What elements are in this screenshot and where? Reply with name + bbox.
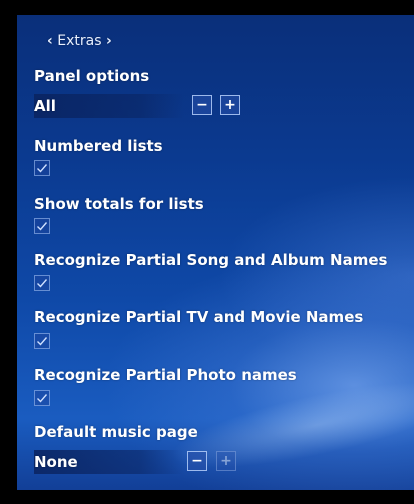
show-totals-checkbox[interactable] [34, 218, 50, 234]
numbered-lists-label: Numbered lists [34, 137, 163, 155]
section-header: ‹ Extras › [47, 33, 112, 49]
recognize-photo-checkbox[interactable] [34, 390, 50, 406]
settings-panel: ‹ Extras › Panel options All − + Numbere… [17, 15, 414, 490]
chevron-right-icon[interactable]: › [106, 33, 112, 49]
section-title: Extras [57, 33, 102, 49]
panel-options-value-box [34, 94, 184, 118]
checkmark-icon [37, 279, 48, 288]
recognize-song-album-checkbox[interactable] [34, 275, 50, 291]
panel-options-label: Panel options [34, 67, 150, 85]
panel-options-decrease-button[interactable]: − [192, 95, 212, 115]
recognize-photo-label: Recognize Partial Photo names [34, 366, 297, 384]
recognize-tv-movie-checkbox[interactable] [34, 333, 50, 349]
checkmark-icon [37, 394, 48, 403]
chevron-left-icon[interactable]: ‹ [47, 33, 53, 49]
default-music-page-value: None [34, 453, 78, 471]
panel-options-increase-button[interactable]: + [220, 95, 240, 115]
recognize-song-album-label: Recognize Partial Song and Album Names [34, 251, 388, 269]
checkmark-icon [37, 337, 48, 346]
default-music-page-decrease-button[interactable]: − [187, 451, 207, 471]
panel-options-value: All [34, 97, 56, 115]
show-totals-label: Show totals for lists [34, 195, 204, 213]
recognize-tv-movie-label: Recognize Partial TV and Movie Names [34, 308, 364, 326]
numbered-lists-checkbox[interactable] [34, 160, 50, 176]
window-frame: ‹ Extras › Panel options All − + Numbere… [0, 0, 414, 504]
default-music-page-label: Default music page [34, 423, 198, 441]
checkmark-icon [37, 164, 48, 173]
checkmark-icon [37, 222, 48, 231]
default-music-page-increase-button[interactable]: + [216, 451, 236, 471]
